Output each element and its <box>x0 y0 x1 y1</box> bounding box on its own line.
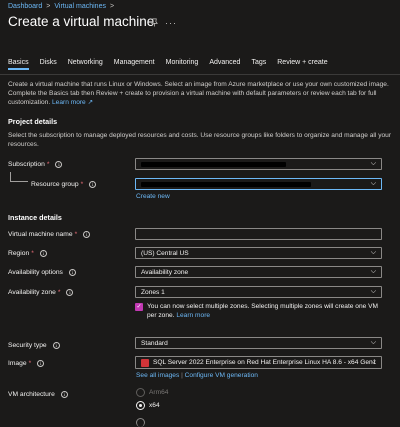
radio-arm64[interactable] <box>136 388 145 397</box>
image-links: See all images | Configure VM generation <box>136 372 258 379</box>
availability-options-select[interactable]: Availability zone ⌵ <box>135 266 382 278</box>
tab-tags[interactable]: Tags <box>251 59 266 70</box>
breadcrumb-dashboard[interactable]: Dashboard <box>8 3 42 10</box>
vm-name-label: Virtual machine name * i <box>8 231 91 238</box>
chevron-down-icon: ⌵ <box>370 358 376 365</box>
resource-group-select[interactable]: ⌵ <box>135 178 382 190</box>
zone-note: ✓ You can now select multiple zones. Sel… <box>135 302 383 320</box>
subscription-label-text: Subscription <box>8 161 45 168</box>
info-icon[interactable]: i <box>52 342 60 349</box>
chevron-down-icon: ⌵ <box>370 180 376 187</box>
region-label-text: Region <box>8 250 30 257</box>
info-icon[interactable]: i <box>60 391 68 398</box>
vm-architecture-label-text: VM architecture <box>8 391 55 398</box>
arch-option-x64-label: x64 <box>149 402 160 409</box>
availability-options-label-text: Availability options <box>8 269 63 276</box>
create-new-resource-group-link[interactable]: Create new <box>136 193 170 200</box>
project-description: Select the subscription to manage deploy… <box>8 132 392 148</box>
image-label: Image * i <box>8 360 45 367</box>
more-icon[interactable]: ··· <box>165 18 177 29</box>
region-select[interactable]: (US) Central US ⌵ <box>135 247 382 259</box>
required-marker: * <box>28 360 32 367</box>
region-label: Region * i <box>8 250 47 257</box>
image-select[interactable]: SQL Server 2022 Enterprise on Red Hat En… <box>135 356 382 369</box>
tab-networking[interactable]: Networking <box>68 59 103 70</box>
info-icon[interactable]: i <box>68 269 76 276</box>
chevron-down-icon: ⌵ <box>370 339 376 346</box>
availability-zone-label-text: Availability zone <box>8 289 56 296</box>
info-icon[interactable]: i <box>89 181 97 188</box>
region-value: (US) Central US <box>141 249 189 257</box>
breadcrumb-separator: > <box>109 3 115 10</box>
availability-options-label: Availability options i <box>8 269 76 276</box>
redacted-value <box>141 181 311 187</box>
pin-icon[interactable] <box>150 18 159 29</box>
tab-review-create[interactable]: Review + create <box>277 59 327 70</box>
availability-zone-select[interactable]: Zones 1 ⌵ <box>135 286 382 298</box>
subscription-label: Subscription * i <box>8 161 63 168</box>
breadcrumb-virtual-machines[interactable]: Virtual machines <box>54 3 106 10</box>
availability-zone-value: Zones 1 <box>141 288 165 296</box>
intro-learn-more-link[interactable]: Learn more <box>52 99 86 106</box>
availability-zone-label: Availability zone * i <box>8 289 74 296</box>
tabs-divider <box>0 74 400 75</box>
vm-architecture-label: VM architecture i <box>8 391 68 398</box>
configure-vm-generation-link[interactable]: Configure VM generation <box>185 372 258 379</box>
info-icon[interactable]: i <box>39 250 47 257</box>
chevron-down-icon: ⌵ <box>370 160 376 167</box>
vm-name-input[interactable] <box>135 228 382 240</box>
intro-description: Create a virtual machine that runs Linux… <box>8 80 392 107</box>
instance-details-heading: Instance details <box>8 213 62 222</box>
chevron-down-icon: ⌵ <box>370 249 376 256</box>
external-link-icon: ↗ <box>87 99 94 106</box>
required-marker: * <box>74 231 78 238</box>
tab-monitoring[interactable]: Monitoring <box>166 59 199 70</box>
page-title: Create a virtual machine <box>8 14 155 29</box>
required-marker: * <box>31 250 34 257</box>
arch-option-arm64[interactable]: Arm64 <box>136 388 168 397</box>
security-type-label: Security type i <box>8 342 60 349</box>
link-divider: | <box>181 372 183 379</box>
breadcrumb: Dashboard > Virtual machines > <box>8 3 114 10</box>
security-type-select[interactable]: Standard ⌵ <box>135 337 382 349</box>
required-marker: * <box>46 161 50 168</box>
tab-bar: Basics Disks Networking Management Monit… <box>8 59 339 70</box>
required-marker: * <box>57 289 61 296</box>
info-icon[interactable]: i <box>66 289 74 296</box>
tab-advanced[interactable]: Advanced <box>209 59 240 70</box>
vm-name-label-text: Virtual machine name <box>8 231 73 238</box>
tab-basics[interactable]: Basics <box>8 59 29 70</box>
image-label-text: Image <box>8 360 27 367</box>
radio-partial <box>136 418 145 427</box>
zone-note-text-wrapper: You can now select multiple zones. Selec… <box>147 302 383 320</box>
image-value: SQL Server 2022 Enterprise on Red Hat En… <box>153 359 377 366</box>
zone-learn-more-link[interactable]: Learn more <box>176 312 210 319</box>
project-details-heading: Project details <box>8 117 58 126</box>
radio-x64[interactable] <box>136 401 145 410</box>
resource-group-label: Resource group * i <box>31 181 97 188</box>
resource-group-label-text: Resource group <box>31 181 79 188</box>
info-icon[interactable]: i <box>83 231 91 238</box>
info-icon[interactable]: i <box>37 360 45 367</box>
chevron-down-icon: ⌵ <box>370 288 376 295</box>
chevron-down-icon: ⌵ <box>370 268 376 275</box>
redacted-value <box>141 161 286 167</box>
security-type-label-text: Security type <box>8 342 47 349</box>
tree-connector <box>10 172 28 182</box>
subscription-select[interactable]: ⌵ <box>135 158 382 170</box>
availability-options-value: Availability zone <box>141 268 189 276</box>
tab-disks[interactable]: Disks <box>40 59 57 70</box>
breadcrumb-separator: > <box>46 3 51 10</box>
security-type-value: Standard <box>141 339 168 347</box>
checkbox-checked-icon[interactable]: ✓ <box>135 303 143 311</box>
info-icon[interactable]: i <box>55 161 63 168</box>
sql-server-icon <box>141 358 149 367</box>
see-all-images-link[interactable]: See all images <box>136 372 179 379</box>
required-marker: * <box>80 181 84 188</box>
tab-management[interactable]: Management <box>114 59 155 70</box>
title-actions: ··· <box>150 18 177 29</box>
arch-option-arm64-label: Arm64 <box>149 389 169 396</box>
arch-option-x64[interactable]: x64 <box>136 401 160 410</box>
